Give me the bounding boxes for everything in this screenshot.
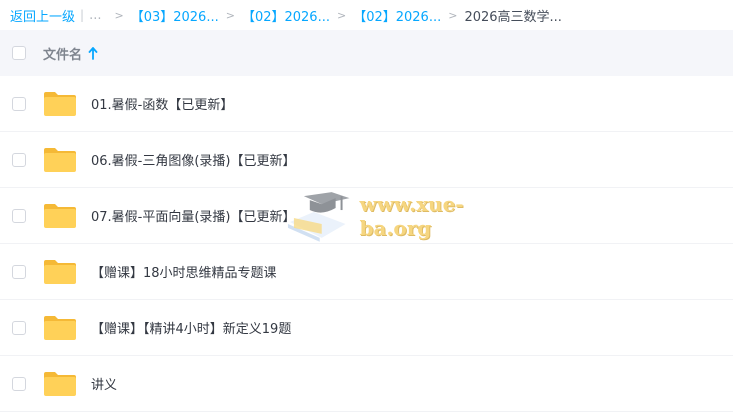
row-checkbox[interactable] [12, 320, 26, 335]
folder-icon [44, 259, 76, 284]
back-link[interactable]: 返回上一级 [10, 6, 75, 25]
row-checkbox[interactable] [12, 152, 26, 167]
breadcrumb-ellipsis[interactable]: ... [89, 8, 101, 23]
folder-icon [44, 203, 76, 228]
breadcrumb-divider: | [80, 8, 85, 22]
row-checkbox[interactable] [12, 96, 26, 111]
row-name[interactable]: 讲义 [91, 374, 117, 393]
table-header: 文件名 [0, 30, 733, 76]
sort-ascending-icon[interactable] [88, 46, 98, 60]
folder-icon [44, 315, 76, 340]
folder-icon [44, 371, 76, 396]
select-all-checkbox[interactable] [12, 46, 26, 60]
watermark: www.xue-ba.org [284, 188, 534, 244]
breadcrumb-separator: > [114, 8, 124, 22]
breadcrumb-item-3[interactable]: 【02】2026... [353, 6, 441, 25]
row-name[interactable]: 【赠课】【精讲4小时】新定义19题 [91, 318, 291, 337]
breadcrumb-separator: > [448, 8, 458, 22]
row-checkbox[interactable] [12, 376, 26, 391]
breadcrumb-separator: > [225, 8, 235, 22]
row-name[interactable]: 【赠课】18小时思维精品专题课 [91, 262, 277, 281]
row-name[interactable]: 06.暑假-三角图像(录播)【已更新】 [91, 150, 296, 169]
row-name[interactable]: 01.暑假-函数【已更新】 [91, 94, 233, 113]
table-row[interactable]: 【赠课】18小时思维精品专题课 [0, 244, 733, 300]
folder-icon [44, 91, 76, 116]
row-name[interactable]: 07.暑假-平面向量(录播)【已更新】 [91, 206, 296, 225]
graduation-cap-icon [287, 192, 350, 242]
table-row[interactable]: 06.暑假-三角图像(录播)【已更新】 [0, 132, 733, 188]
row-checkbox[interactable] [12, 264, 26, 279]
row-checkbox[interactable] [12, 208, 26, 223]
table-row[interactable]: 讲义 [0, 356, 733, 412]
table-row[interactable]: 【赠课】【精讲4小时】新定义19题 [0, 300, 733, 356]
breadcrumb-item-1[interactable]: 【03】2026... [131, 6, 219, 25]
watermark-text: www.xue-ba.org [359, 192, 464, 240]
breadcrumb-current: 2026高三数学... [464, 9, 562, 25]
column-header-name[interactable]: 文件名 [43, 44, 82, 63]
breadcrumb-item-2[interactable]: 【02】2026... [242, 6, 330, 25]
table-row[interactable]: 01.暑假-函数【已更新】 [0, 76, 733, 132]
breadcrumb-separator: > [336, 8, 347, 22]
folder-icon [44, 147, 76, 172]
breadcrumb: 返回上一级 | ... > 【03】2026... > 【02】2026... … [0, 0, 733, 30]
